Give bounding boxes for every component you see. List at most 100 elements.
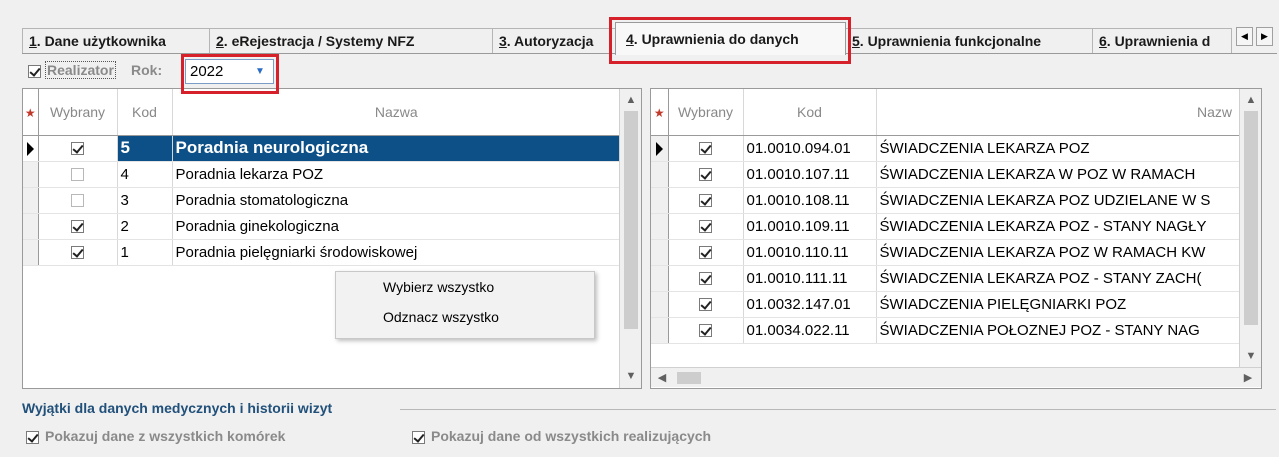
row-checkbox[interactable]: [699, 246, 712, 260]
row-pointer-icon: [651, 135, 669, 162]
row-checkbox[interactable]: [699, 272, 712, 286]
row-checkbox[interactable]: [71, 194, 84, 208]
row-nazwa: ŚWIADCZENIA LEKARZA POZ: [876, 135, 1261, 162]
row-pointer-icon: [23, 135, 39, 162]
left-grid: ★ Wybrany Kod Nazwa 5 Poradnia neurologi…: [22, 88, 642, 389]
row-kod: 01.0010.109.11: [743, 213, 877, 240]
row-nazwa: ŚWIADCZENIA LEKARZA POZ UDZIELANE W S: [876, 187, 1261, 214]
row-kod: 01.0010.108.11: [743, 187, 877, 214]
row-checkbox[interactable]: [71, 246, 84, 260]
table-row[interactable]: 5 Poradnia neurologiczna: [23, 135, 621, 162]
scroll-left-icon[interactable]: ◀: [651, 369, 673, 387]
left-grid-vscrollbar[interactable]: ▲ ▼: [619, 89, 641, 388]
required-star-icon: ★: [651, 89, 669, 136]
row-nazwa: ŚWIADCZENIA LEKARZA W POZ W RAMACH: [876, 161, 1261, 188]
menu-item-select-all[interactable]: Wybierz wszystko: [336, 272, 594, 302]
row-nazwa: Poradnia lekarza POZ: [172, 161, 621, 188]
row-checkbox[interactable]: [699, 324, 712, 338]
scroll-thumb[interactable]: [624, 111, 638, 329]
row-kod: 01.0034.022.11: [743, 317, 877, 344]
right-grid-header: ★ Wybrany Kod Nazw: [651, 89, 1261, 136]
scroll-down-icon[interactable]: ▼: [620, 367, 641, 385]
table-row[interactable]: 3 Poradnia stomatologiczna: [23, 187, 621, 214]
row-kod: 2: [117, 213, 173, 240]
scroll-up-icon[interactable]: ▲: [1240, 91, 1261, 109]
group-title: Wyjątki dla danych medycznych i historii…: [22, 400, 333, 416]
row-nazwa: ŚWIADCZENIA LEKARZA POZ W RAMACH KW: [876, 239, 1261, 266]
table-row[interactable]: 4 Poradnia lekarza POZ: [23, 161, 621, 188]
row-checkbox[interactable]: [699, 194, 712, 208]
right-grid: ★ Wybrany Kod Nazw 01.0010.094.01 ŚWIADC…: [650, 88, 1262, 389]
row-kod: 01.0032.147.01: [743, 291, 877, 318]
table-row[interactable]: 01.0010.107.11 ŚWIADCZENIA LEKARZA W POZ…: [651, 161, 1261, 188]
row-kod: 01.0010.094.01: [743, 135, 877, 162]
row-checkbox[interactable]: [71, 220, 84, 234]
tab-uprawnienia-d[interactable]: 6. Uprawnienia d: [1092, 28, 1232, 54]
scroll-right-icon[interactable]: ▶: [1237, 369, 1259, 387]
row-nazwa: ŚWIADCZENIA PIELĘGNIARKI POZ: [876, 291, 1261, 318]
option-checkbox[interactable]: [412, 430, 425, 444]
left-grid-table: ★ Wybrany Kod Nazwa 5 Poradnia neurologi…: [23, 89, 621, 266]
year-select[interactable]: 2022 ▼: [185, 59, 274, 84]
option-checkbox[interactable]: [26, 430, 39, 444]
row-checkbox[interactable]: [71, 142, 84, 156]
tab-autoryzacja[interactable]: 3. Autoryzacja: [492, 28, 620, 54]
row-checkbox[interactable]: [699, 220, 712, 234]
table-row[interactable]: 01.0034.022.11 ŚWIADCZENIA POŁOZNEJ POZ …: [651, 317, 1261, 344]
table-row[interactable]: 01.0032.147.01 ŚWIADCZENIA PIELĘGNIARKI …: [651, 291, 1261, 318]
tab-dane-uzytkownika[interactable]: 1. Dane użytkownika: [22, 28, 210, 54]
row-nazwa: Poradnia ginekologiczna: [172, 213, 621, 240]
table-row[interactable]: 01.0010.110.11 ŚWIADCZENIA LEKARZA POZ W…: [651, 239, 1261, 266]
row-kod: 01.0010.107.11: [743, 161, 877, 188]
table-row[interactable]: 01.0010.108.11 ŚWIADCZENIA LEKARZA POZ U…: [651, 187, 1261, 214]
col-header-wybrany[interactable]: Wybrany: [38, 89, 118, 136]
group-divider: [400, 409, 1276, 410]
row-kod: 4: [117, 161, 173, 188]
tab-erejestracja[interactable]: 2. eRejestracja / Systemy NFZ: [209, 28, 493, 54]
scroll-thumb[interactable]: [677, 372, 701, 384]
realizator-label: Realizator: [45, 61, 116, 79]
row-checkbox[interactable]: [699, 168, 712, 182]
scroll-up-icon[interactable]: ▲: [620, 91, 641, 109]
year-value: 2022: [190, 63, 224, 80]
row-kod: 3: [117, 187, 173, 214]
option-all-cells[interactable]: Pokazuj dane z wszystkich komórek: [26, 428, 285, 444]
tab-strip: 1. Dane użytkownika 2. eRejestracja / Sy…: [22, 22, 1278, 55]
col-header-nazwa[interactable]: Nazwa: [172, 89, 621, 136]
row-nazwa: Poradnia stomatologiczna: [172, 187, 621, 214]
right-grid-vscrollbar[interactable]: ▲ ▼: [1239, 89, 1261, 367]
table-row[interactable]: 1 Poradnia pielęgniarki środowiskowej: [23, 239, 621, 266]
chevron-down-icon[interactable]: ▼: [250, 62, 270, 81]
left-grid-header: ★ Wybrany Kod Nazwa: [23, 89, 621, 136]
col-header-wybrany[interactable]: Wybrany: [668, 89, 744, 136]
table-row[interactable]: 01.0010.111.11 ŚWIADCZENIA LEKARZA POZ -…: [651, 265, 1261, 292]
table-row[interactable]: 01.0010.109.11 ŚWIADCZENIA LEKARZA POZ -…: [651, 213, 1261, 240]
tab-uprawnienia-do-danych[interactable]: 4. Uprawnienia do danych: [615, 22, 846, 55]
option-all-realizers[interactable]: Pokazuj dane od wszystkich realizujących: [412, 428, 711, 444]
row-checkbox[interactable]: [699, 142, 712, 156]
row-kod: 5: [117, 135, 173, 162]
row-checkbox[interactable]: [71, 168, 84, 182]
tab-scroll-left-icon[interactable]: ◀: [1236, 27, 1253, 46]
row-kod: 01.0010.111.11: [743, 265, 877, 292]
context-menu: Wybierz wszystko Odznacz wszystko: [335, 271, 595, 339]
row-nazwa: ŚWIADCZENIA LEKARZA POZ - STANY ZACH(: [876, 265, 1261, 292]
scroll-thumb[interactable]: [1244, 111, 1258, 325]
menu-item-deselect-all[interactable]: Odznacz wszystko: [336, 302, 594, 332]
realizator-checkbox[interactable]: [28, 64, 41, 78]
realizator-checkbox-row[interactable]: Realizator: [28, 61, 116, 82]
table-row[interactable]: 01.0010.094.01 ŚWIADCZENIA LEKARZA POZ: [651, 135, 1261, 162]
scroll-down-icon[interactable]: ▼: [1240, 347, 1261, 365]
col-header-kod[interactable]: Kod: [743, 89, 877, 136]
row-checkbox[interactable]: [699, 298, 712, 312]
tab-uprawnienia-funkcjonalne[interactable]: 5. Uprawnienia funkcjonalne: [845, 28, 1093, 54]
col-header-kod[interactable]: Kod: [117, 89, 173, 136]
row-kod: 1: [117, 239, 173, 266]
row-kod: 01.0010.110.11: [743, 239, 877, 266]
row-nazwa: Poradnia neurologiczna: [172, 135, 621, 162]
row-nazwa: ŚWIADCZENIA POŁOZNEJ POZ - STANY NAG: [876, 317, 1261, 344]
col-header-nazwa[interactable]: Nazw: [876, 89, 1261, 136]
tab-scroll-right-icon[interactable]: ▶: [1256, 27, 1273, 46]
right-grid-hscrollbar[interactable]: ◀ ▶: [651, 367, 1261, 387]
table-row[interactable]: 2 Poradnia ginekologiczna: [23, 213, 621, 240]
